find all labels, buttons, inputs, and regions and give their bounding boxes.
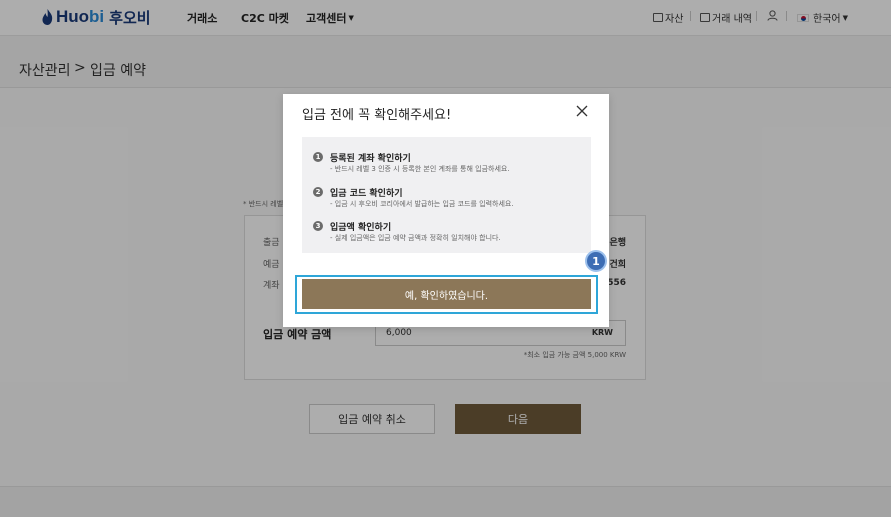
- step-number-badge: 1: [313, 152, 323, 162]
- confirm-button[interactable]: 예, 확인하였습니다.: [302, 279, 591, 309]
- modal-title: 입금 전에 꼭 확인해주세요!: [302, 108, 452, 123]
- step-title: 입금 코드 확인하기: [330, 189, 403, 199]
- step-title: 입금액 확인하기: [330, 223, 392, 233]
- close-icon[interactable]: [576, 105, 588, 117]
- step-number-badge: 2: [313, 187, 323, 197]
- step-description: - 입금 시 후오비 코리아에서 발급하는 입금 코드를 입력하세요.: [330, 200, 514, 208]
- step-callout-badge: 1: [585, 250, 607, 272]
- step-number-badge: 3: [313, 221, 323, 231]
- step-description: - 반드시 레벨 3 인증 시 등록한 본인 계좌를 통해 입금하세요.: [330, 165, 510, 173]
- checklist-box: 1 등록된 계좌 확인하기 - 반드시 레벨 3 인증 시 등록한 본인 계좌를…: [302, 137, 591, 253]
- deposit-confirm-modal: 입금 전에 꼭 확인해주세요! 1 등록된 계좌 확인하기 - 반드시 레벨 3…: [283, 94, 609, 327]
- step-description: - 실제 입금액은 입금 예약 금액과 정확히 일치해야 합니다.: [330, 234, 501, 242]
- step-title: 등록된 계좌 확인하기: [330, 154, 411, 164]
